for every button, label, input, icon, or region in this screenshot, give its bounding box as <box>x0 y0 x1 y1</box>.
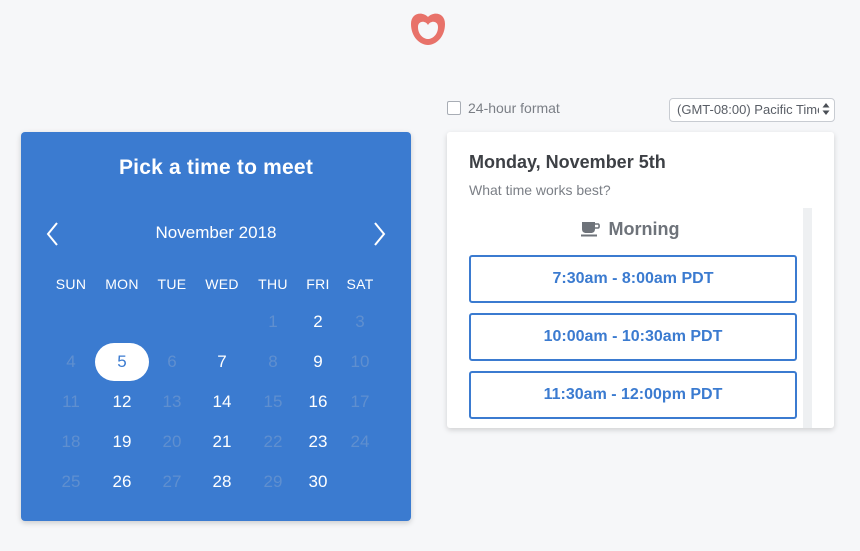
24-hour-label: 24-hour format <box>468 100 560 116</box>
days-grid: 1 2 3 4 5 6 7 8 9 10 11 12 13 14 15 16 17 18 19 20 21 22 23 24 2… <box>21 132 411 521</box>
slots-subheading: What time works best? <box>469 182 611 198</box>
selected-date-heading: Monday, November 5th <box>469 152 666 172</box>
morning-section-header: Morning <box>447 217 813 241</box>
calendar-day: 4 <box>66 352 76 371</box>
calendar-day[interactable]: 21 <box>195 423 249 461</box>
calendar-day: 20 <box>162 432 182 451</box>
calendar-day: 10 <box>350 352 370 371</box>
time-slot-button[interactable]: 10:00am - 10:30am PDT <box>469 313 797 361</box>
calendar-day: 25 <box>61 472 81 491</box>
calendar-card: Pick a time to meet November 2018 SUN MON… <box>21 132 411 521</box>
calendar-day[interactable]: 7 <box>195 343 249 381</box>
24-hour-checkbox[interactable] <box>447 101 461 115</box>
time-slot-list[interactable]: Morning 7:30am - 8:00am PDT 10:00am - 10:… <box>447 208 813 428</box>
brand-logo <box>408 11 448 47</box>
calendar-day: 24 <box>350 432 370 451</box>
calendar-day[interactable]: 30 <box>291 463 345 501</box>
calendar-day: 13 <box>162 392 182 411</box>
heart-logo-icon <box>411 13 445 45</box>
calendar-day[interactable]: 12 <box>95 383 149 421</box>
time-slot-button[interactable]: 7:30am - 8:00am PDT <box>469 255 797 303</box>
coffee-cup-icon <box>580 222 600 237</box>
calendar-day-selected[interactable]: 5 <box>95 343 149 381</box>
calendar-day: 27 <box>162 472 182 491</box>
calendar-day: 11 <box>62 392 80 411</box>
timezone-value: (GMT-08:00) Pacific Time <box>677 102 819 117</box>
section-label: Morning <box>608 218 680 239</box>
calendar-day: 3 <box>355 312 365 331</box>
timezone-select[interactable]: (GMT-08:00) Pacific Time <box>669 98 835 122</box>
time-slots-card: Monday, November 5th What time works bes… <box>447 132 834 428</box>
calendar-day[interactable]: 19 <box>95 423 149 461</box>
calendar-day: 18 <box>61 432 81 451</box>
calendar-day[interactable]: 28 <box>195 463 249 501</box>
time-slot-button[interactable]: 11:30am - 12:00pm PDT <box>469 371 797 419</box>
select-arrows-icon <box>822 103 830 115</box>
calendar-day[interactable]: 26 <box>95 463 149 501</box>
calendar-day: 6 <box>167 352 177 371</box>
slot-list-scrollbar[interactable] <box>803 208 812 428</box>
calendar-day[interactable]: 14 <box>195 383 249 421</box>
scheduler-page: Pick a time to meet November 2018 SUN MON… <box>0 0 860 551</box>
calendar-day: 17 <box>350 392 370 411</box>
